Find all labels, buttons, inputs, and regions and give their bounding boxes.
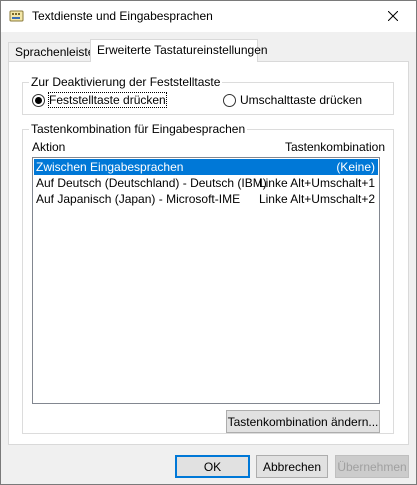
list-item[interactable]: Auf Deutsch (Deutschland) - Deutsch (IBM… — [34, 175, 378, 191]
radio-umschalttaste[interactable]: Umschalttaste drücken — [223, 93, 362, 107]
dialog-window: Textdienste und Eingabesprachen Sprachen… — [0, 0, 417, 485]
change-hotkey-button[interactable]: Tastenkombination ändern... — [226, 410, 380, 433]
tab-panel: Zur Deaktivierung der Feststelltaste Fes… — [8, 61, 409, 445]
list-item[interactable]: Auf Japanisch (Japan) - Microsoft-IME Li… — [34, 191, 378, 207]
radio-unchecked-icon — [223, 93, 236, 107]
capslock-group: Zur Deaktivierung der Feststelltaste Fes… — [22, 75, 394, 115]
column-header-hotkey: Tastenkombination — [284, 140, 385, 154]
list-item-hotkey: Linke Alt+Umschalt+1 — [258, 176, 375, 190]
title-bar[interactable]: Textdienste und Eingabesprachen — [1, 1, 416, 32]
tab-erweiterte-tastatureinstellungen[interactable]: Erweiterte Tastatureinstellungen — [90, 39, 268, 62]
close-button[interactable] — [370, 1, 416, 31]
tab-label: Sprachenleiste — [15, 45, 95, 59]
close-icon — [388, 11, 398, 21]
hotkeys-group-title: Tastenkombination für Eingabesprachen — [29, 122, 248, 136]
cancel-button[interactable]: Abbrechen — [256, 455, 328, 478]
radio-label-feststelltaste: Feststelltaste drücken — [48, 92, 167, 108]
hotkeys-group: Tastenkombination für Eingabesprachen Ak… — [22, 122, 394, 434]
tab-label: Erweiterte Tastatureinstellungen — [97, 43, 268, 57]
list-item[interactable]: Zwischen Eingabesprachen (Keine) — [34, 159, 378, 175]
tab-strip: Sprachenleiste Erweiterte Tastatureinste… — [8, 39, 410, 62]
list-item-action: Auf Japanisch (Japan) - Microsoft-IME — [36, 192, 241, 206]
window-title: Textdienste und Eingabesprachen — [32, 9, 213, 23]
hotkey-listbox[interactable]: Zwischen Eingabesprachen (Keine) Auf Deu… — [32, 157, 380, 404]
apply-button[interactable]: Übernehmen — [335, 455, 409, 478]
capslock-group-title: Zur Deaktivierung der Feststelltaste — [29, 75, 223, 89]
radio-label-umschalttaste: Umschalttaste drücken — [240, 93, 363, 107]
list-item-action: Auf Deutsch (Deutschland) - Deutsch (IBM… — [36, 176, 267, 190]
radio-feststelltaste[interactable]: Feststelltaste drücken — [32, 92, 167, 108]
keyboard-icon — [9, 8, 25, 24]
ok-button[interactable]: OK — [175, 455, 250, 478]
tab-sprachenleiste[interactable]: Sprachenleiste — [8, 42, 95, 62]
radio-checked-icon — [32, 93, 45, 107]
column-header-action: Aktion — [32, 140, 66, 154]
list-item-action: Zwischen Eingabesprachen — [36, 160, 184, 174]
list-item-hotkey: (Keine) — [336, 160, 375, 174]
list-item-hotkey: Linke Alt+Umschalt+2 — [258, 192, 375, 206]
